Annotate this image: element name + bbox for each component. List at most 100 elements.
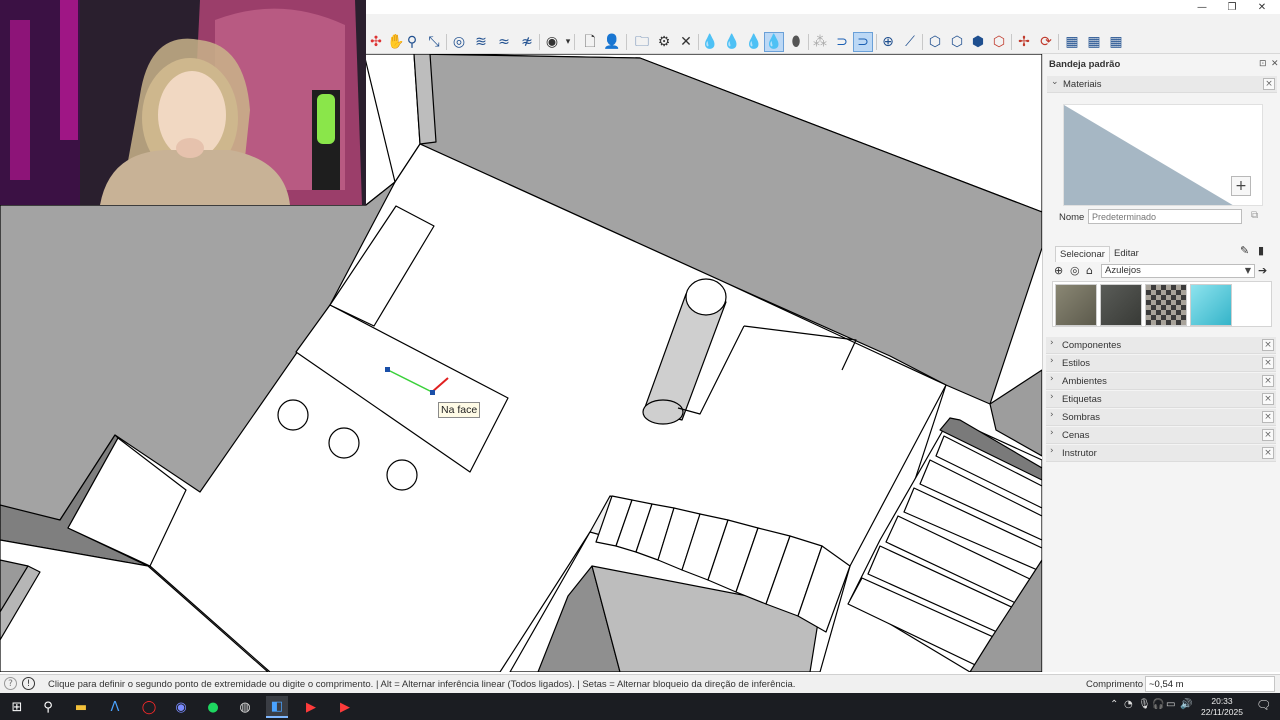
panel-ambientes[interactable]: › Ambientes × [1046, 373, 1276, 390]
info-icon[interactable]: ! [22, 677, 35, 690]
swatch-stone-dark[interactable] [1100, 284, 1142, 326]
folder-icon[interactable]: 🗀 [632, 32, 652, 52]
opera-icon[interactable]: ◯ [138, 696, 160, 718]
sketchup-icon[interactable]: ◧ [266, 696, 288, 718]
close-tool-icon[interactable]: ✕ [676, 32, 696, 52]
material-copy-icon[interactable]: ⧉ [1251, 210, 1258, 221]
eyedropper-icon[interactable]: ✎ [1240, 244, 1249, 257]
panel-close-icon[interactable]: × [1263, 78, 1275, 90]
panel-instrutor[interactable]: › Instrutor × [1046, 445, 1276, 462]
account-dropdown-icon[interactable]: ▾ [558, 32, 578, 52]
chevron-right-icon: › [1050, 338, 1054, 348]
swatch-checker-tile[interactable] [1145, 284, 1187, 326]
maximize-button[interactable]: ❐ [1218, 0, 1246, 14]
panel-close-icon[interactable]: × [1262, 339, 1274, 351]
rotate-tool-icon[interactable]: ✣ [366, 32, 386, 52]
new-file-icon[interactable]: 🗋 [580, 32, 600, 52]
panel-sombras[interactable]: › Sombras × [1046, 409, 1276, 426]
hexagon-solid-icon[interactable]: ⬢ [968, 32, 988, 52]
swatch-cyan-tile[interactable] [1190, 284, 1232, 326]
panel-close-icon[interactable]: × [1262, 447, 1274, 459]
panel-close-icon[interactable]: × [1262, 357, 1274, 369]
pin-icon[interactable]: ⊡ [1259, 59, 1267, 69]
panel-close-icon[interactable]: × [1262, 375, 1274, 387]
home-icon[interactable]: ⌂ [1086, 264, 1093, 277]
zoom-extents-icon[interactable]: ⤡ [424, 32, 444, 52]
panel-label: Sombras [1062, 412, 1101, 423]
file-explorer-icon[interactable]: ▬ [70, 696, 92, 718]
minimize-button[interactable]: — [1188, 0, 1216, 14]
swatch-stone-light[interactable] [1055, 284, 1097, 326]
hexagon-shade-icon[interactable]: ⬡ [947, 32, 967, 52]
move-axes-icon[interactable]: ✢ [1014, 32, 1034, 52]
panel-estilos[interactable]: › Estilos × [1046, 355, 1276, 372]
panel-close-icon[interactable]: × [1262, 393, 1274, 405]
settings-gear-icon[interactable]: ⚙ [654, 32, 674, 52]
terrain-edit-icon[interactable]: ▦ [1084, 32, 1104, 52]
terrain-grid-icon[interactable]: ▦ [1062, 32, 1082, 52]
volume-icon[interactable]: 🔊 [1180, 699, 1192, 710]
water-drop-half-icon[interactable]: 💧 [722, 32, 742, 52]
tray-chevron-icon[interactable]: ⌃ [1110, 699, 1118, 710]
panel-cenas[interactable]: › Cenas × [1046, 427, 1276, 444]
panel-componentes[interactable]: › Componentes × [1046, 337, 1276, 354]
hexagon-red-icon[interactable]: ⬡ [989, 32, 1009, 52]
section-plane-icon[interactable]: ◎ [449, 32, 469, 52]
spotify-icon[interactable]: ● [202, 696, 224, 718]
panel-etiquetas[interactable]: › Etiquetas × [1046, 391, 1276, 408]
autocad-icon[interactable]: Λ [104, 696, 126, 718]
app-red-2-icon[interactable]: ▶ [334, 696, 356, 718]
webcam-overlay [0, 0, 366, 205]
inference-tooltip: Na face [438, 402, 481, 418]
water-drop-filled-icon[interactable]: 💧 [744, 32, 764, 52]
tray-close-icon[interactable]: ✕ [1271, 59, 1279, 69]
water-drop-outline-icon[interactable]: 💧 [700, 32, 720, 52]
hexagon-icon[interactable]: ⬡ [925, 32, 945, 52]
material-library-select[interactable]: Azulejos ▼ [1101, 264, 1255, 278]
display-section-icon[interactable]: ≋ [471, 32, 491, 52]
forward-nav-icon[interactable]: ◎ [1070, 264, 1080, 277]
headset-icon[interactable]: 🎧 [1152, 699, 1164, 710]
chevron-down-icon: ⌄ [1051, 77, 1059, 87]
status-bar: ? ! Clique para definir o segundo ponto … [0, 674, 1280, 693]
start-icon[interactable]: ⊞ [6, 696, 28, 718]
notifications-icon[interactable]: 🗨 [1256, 698, 1271, 712]
panel-label: Etiquetas [1062, 394, 1102, 405]
user-icon[interactable]: 👤 [602, 32, 622, 52]
measurements-label: Comprimento [1086, 679, 1144, 690]
app-red-1-icon[interactable]: ▶ [300, 696, 322, 718]
section-fill-icon[interactable]: ≉ [517, 32, 537, 52]
tab-select[interactable]: Selecionar [1055, 246, 1110, 262]
obs-icon[interactable]: ◍ [234, 696, 256, 718]
section-cuts-icon[interactable]: ≈ [494, 32, 514, 52]
details-arrow-icon[interactable]: ➔ [1258, 264, 1267, 277]
magnet-active-icon[interactable]: ⊃ [853, 32, 873, 52]
search-icon[interactable]: ⚲ [37, 696, 59, 718]
clock[interactable]: 20:33 22/11/2025 [1196, 696, 1248, 718]
microphone-icon[interactable]: 🎙 [1138, 699, 1151, 710]
geolocation-icon[interactable]: ? [4, 677, 17, 690]
line-tool-icon[interactable]: ⟋ [900, 32, 920, 52]
rotate-axes-icon[interactable]: ⟳ [1036, 32, 1056, 52]
tray-app-icon[interactable]: ◔ [1124, 699, 1133, 710]
water-drop-active-icon[interactable]: 💧 [764, 32, 784, 52]
material-name-field[interactable] [1088, 209, 1242, 224]
zoom-tool-icon[interactable]: ⚲ [402, 32, 422, 52]
terrain-stamp-icon[interactable]: ▦ [1106, 32, 1126, 52]
bucket-icon[interactable]: ▮ [1258, 244, 1264, 257]
measurements-field[interactable]: ~0,54 m [1145, 676, 1275, 692]
close-button[interactable]: ✕ [1248, 0, 1276, 14]
panel-close-icon[interactable]: × [1262, 429, 1274, 441]
windows-taskbar: ⊞ ⚲ ▬ Λ ◯ ◉ ● ◍ ◧ ▶ ▶ ⌃ ◔ 🎙 🎧 ▭ 🔊 20:33 … [0, 693, 1280, 720]
add-circle-icon[interactable]: ⊕ [878, 32, 898, 52]
tab-edit[interactable]: Editar [1110, 247, 1143, 261]
discord-icon[interactable]: ◉ [170, 696, 192, 718]
create-material-button[interactable]: + [1231, 176, 1251, 196]
magnet-disabled-icon[interactable]: ⁂ [810, 32, 830, 52]
back-nav-icon[interactable]: ⊕ [1054, 264, 1063, 277]
network-icon[interactable]: ▭ [1166, 699, 1175, 710]
panel-close-icon[interactable]: × [1262, 411, 1274, 423]
water-drop-striped-icon[interactable]: ⬮ [786, 32, 806, 52]
magnet-icon[interactable]: ⊃ [832, 32, 852, 52]
panel-materials-header[interactable]: ⌄ Materiais × [1047, 76, 1277, 93]
